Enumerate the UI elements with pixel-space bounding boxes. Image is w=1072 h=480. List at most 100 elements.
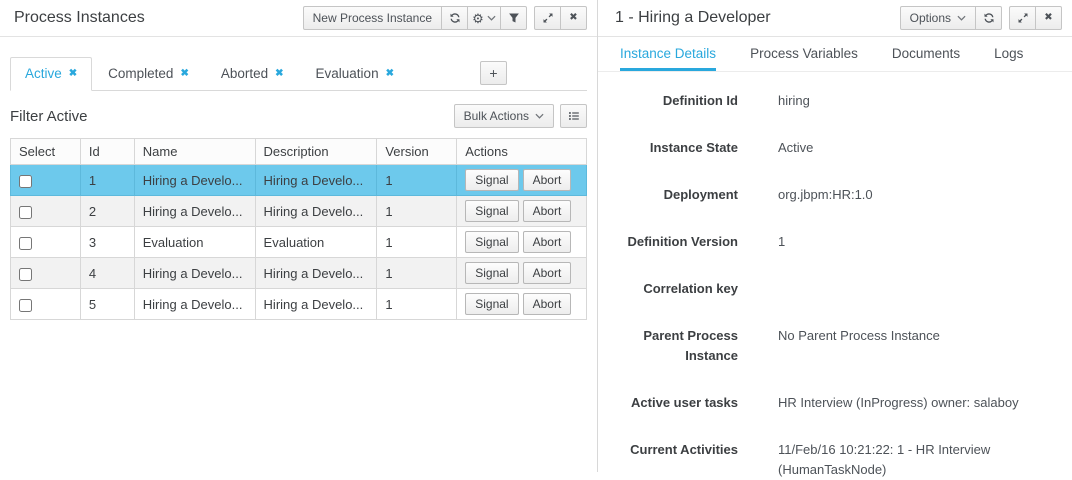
filter-button[interactable] (500, 6, 527, 30)
row-select-checkbox[interactable] (19, 237, 32, 250)
process-instances-table: Select Id Name Description Version Actio… (10, 138, 587, 320)
signal-button[interactable]: Signal (465, 200, 518, 222)
abort-button[interactable]: Abort (523, 169, 572, 191)
field-value: hiring (778, 91, 1023, 111)
field-label: Deployment (614, 185, 738, 205)
chevron-down-icon (535, 113, 544, 119)
row-select-checkbox[interactable] (19, 206, 32, 219)
field-label: Definition Id (614, 91, 738, 111)
cell-name: Hiring a Develo... (134, 258, 255, 289)
close-panel-button[interactable]: ✖ (560, 6, 587, 30)
close-tab-icon[interactable]: ✖ (386, 68, 394, 79)
detail-row-definition-id: Definition Id hiring (614, 91, 1072, 111)
field-value (778, 279, 1023, 299)
bulk-actions-dropdown[interactable]: Bulk Actions (454, 104, 554, 128)
close-icon: ✖ (1044, 13, 1052, 23)
signal-button[interactable]: Signal (465, 231, 518, 253)
col-select: Select (11, 139, 81, 165)
cell-description: Hiring a Develo... (255, 289, 377, 320)
tab-logs[interactable]: Logs (994, 37, 1023, 71)
close-icon: ✖ (569, 13, 577, 23)
field-value: 11/Feb/16 10:21:22: 1 - HR Interview (Hu… (778, 440, 1023, 480)
cell-name: Evaluation (134, 227, 255, 258)
row-select-checkbox[interactable] (19, 299, 32, 312)
col-name: Name (134, 139, 255, 165)
refresh-icon (449, 12, 461, 24)
process-instances-panel: Process Instances New Process Instance ⚙… (0, 0, 597, 472)
table-row[interactable]: 1 Hiring a Develo... Hiring a Develo... … (11, 165, 587, 196)
page-title: Process Instances (14, 9, 145, 27)
detail-row-definition-version: Definition Version 1 (614, 232, 1072, 252)
tab-instance-details[interactable]: Instance Details (620, 37, 716, 71)
table-row[interactable]: 4 Hiring a Develo... Hiring a Develo... … (11, 258, 587, 289)
tab-process-variables[interactable]: Process Variables (750, 37, 858, 71)
chevron-down-icon (957, 15, 966, 21)
table-header-row: Select Id Name Description Version Actio… (11, 139, 587, 165)
cell-id: 1 (80, 165, 134, 196)
cell-description: Hiring a Develo... (255, 258, 377, 289)
table-row[interactable]: 5 Hiring a Develo... Hiring a Develo... … (11, 289, 587, 320)
refresh-button[interactable] (975, 6, 1002, 30)
cell-id: 5 (80, 289, 134, 320)
detail-row-deployment: Deployment org.jbpm:HR:1.0 (614, 185, 1072, 205)
list-icon (568, 110, 580, 122)
settings-dropdown-button[interactable]: ⚙ (467, 6, 501, 30)
cell-description: Hiring a Develo... (255, 196, 377, 227)
close-panel-button[interactable]: ✖ (1035, 6, 1062, 30)
close-tab-icon[interactable]: ✖ (275, 68, 283, 79)
tab-completed[interactable]: Completed ✖ (94, 58, 203, 90)
cell-id: 2 (80, 196, 134, 227)
cell-description: Hiring a Develo... (255, 165, 377, 196)
cell-version: 1 (377, 289, 457, 320)
cell-name: Hiring a Develo... (134, 196, 255, 227)
close-tab-icon[interactable]: ✖ (69, 68, 77, 79)
tab-evaluation[interactable]: Evaluation ✖ (302, 58, 408, 90)
options-label: Options (910, 11, 951, 25)
tab-active[interactable]: Active ✖ (10, 57, 92, 91)
row-select-checkbox[interactable] (19, 268, 32, 281)
abort-button[interactable]: Abort (523, 293, 572, 315)
abort-button[interactable]: Abort (523, 262, 572, 284)
cell-id: 3 (80, 227, 134, 258)
tab-aborted[interactable]: Aborted ✖ (207, 58, 298, 90)
expand-icon (1017, 12, 1029, 24)
tab-label: Completed (108, 66, 173, 81)
column-settings-button[interactable] (560, 104, 587, 128)
field-value: HR Interview (InProgress) owner: salaboy (778, 393, 1023, 413)
col-id: Id (80, 139, 134, 165)
options-dropdown[interactable]: Options (900, 6, 976, 30)
signal-button[interactable]: Signal (465, 293, 518, 315)
table-row[interactable]: 3 Evaluation Evaluation 1 SignalAbort (11, 227, 587, 258)
expand-panel-button[interactable] (534, 6, 561, 30)
cell-name: Hiring a Develo... (134, 165, 255, 196)
signal-button[interactable]: Signal (465, 262, 518, 284)
detail-row-active-user-tasks: Active user tasks HR Interview (InProgre… (614, 393, 1072, 413)
field-value: org.jbpm:HR:1.0 (778, 185, 1023, 205)
abort-button[interactable]: Abort (523, 231, 572, 253)
field-label: Correlation key (614, 279, 738, 299)
col-actions: Actions (457, 139, 587, 165)
field-label: Instance State (614, 138, 738, 158)
signal-button[interactable]: Signal (465, 169, 518, 191)
table-row[interactable]: 2 Hiring a Develo... Hiring a Develo... … (11, 196, 587, 227)
abort-button[interactable]: Abort (523, 200, 572, 222)
filter-heading: Filter Active (10, 108, 88, 125)
row-select-checkbox[interactable] (19, 175, 32, 188)
tab-label: Evaluation (316, 66, 379, 81)
close-tab-icon[interactable]: ✖ (180, 68, 188, 79)
tab-documents[interactable]: Documents (892, 37, 960, 71)
col-version: Version (377, 139, 457, 165)
new-process-instance-button[interactable]: New Process Instance (303, 6, 442, 30)
expand-panel-button[interactable] (1009, 6, 1036, 30)
tab-label: Aborted (221, 66, 268, 81)
add-filter-tab-button[interactable]: + (480, 61, 507, 85)
cell-id: 4 (80, 258, 134, 289)
refresh-icon (983, 12, 995, 24)
instance-details-panel: 1 - Hiring a Developer Options ✖ Instanc… (597, 0, 1072, 472)
refresh-button[interactable] (441, 6, 468, 30)
tab-label: Active (25, 66, 62, 81)
cell-version: 1 (377, 165, 457, 196)
cell-version: 1 (377, 227, 457, 258)
cell-name: Hiring a Develo... (134, 289, 255, 320)
field-label: Current Activities (614, 440, 738, 480)
